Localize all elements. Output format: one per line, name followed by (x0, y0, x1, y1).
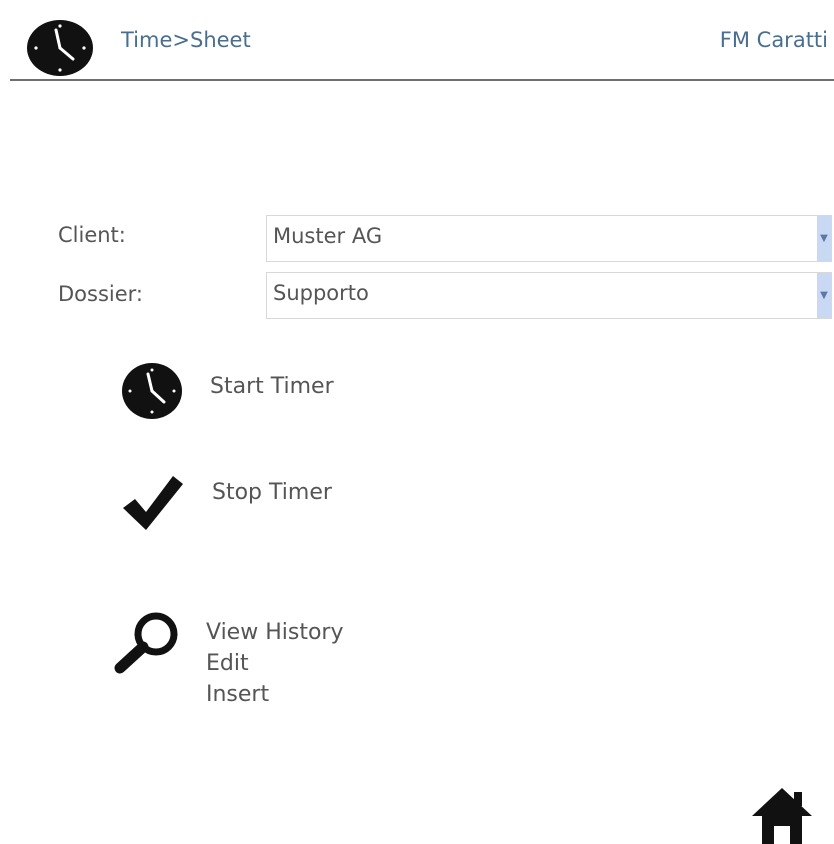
clock-icon[interactable] (26, 19, 94, 77)
start-timer-button[interactable]: Start Timer (210, 374, 334, 399)
dossier-select[interactable]: Supporto ▼ (266, 272, 832, 319)
client-select[interactable]: Muster AG ▼ (266, 215, 832, 262)
checkmark-icon[interactable] (121, 472, 185, 532)
chevron-down-icon[interactable]: ▼ (817, 273, 831, 318)
magnifier-icon[interactable] (112, 610, 182, 674)
header-divider (10, 79, 834, 81)
client-select-value: Muster AG (273, 224, 383, 248)
timesheet-page: Time>Sheet FM Caratti Client: Muster AG … (0, 0, 834, 844)
view-history-link[interactable]: View History (206, 617, 343, 648)
stop-timer-button[interactable]: Stop Timer (212, 480, 332, 505)
client-label: Client: (58, 223, 126, 247)
header: Time>Sheet FM Caratti (0, 0, 834, 81)
dossier-label: Dossier: (58, 282, 143, 306)
dossier-select-value: Supporto (273, 281, 369, 305)
clock-icon[interactable] (121, 362, 183, 420)
home-icon[interactable] (750, 786, 814, 844)
app-title[interactable]: Time>Sheet (121, 28, 251, 52)
user-name[interactable]: FM Caratti (720, 28, 828, 52)
chevron-down-icon[interactable]: ▼ (817, 216, 831, 261)
insert-link[interactable]: Insert (206, 679, 269, 710)
edit-link[interactable]: Edit (206, 648, 249, 679)
